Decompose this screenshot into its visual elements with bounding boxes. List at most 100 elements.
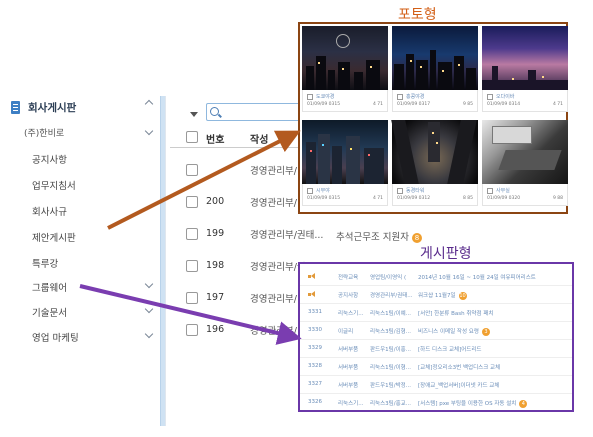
select-all-checkbox[interactable] (186, 131, 198, 143)
sidebar-item-tech-docs[interactable]: 기술문서 (22, 301, 152, 323)
photo-thumbnail[interactable] (482, 26, 568, 90)
photo-title[interactable]: 시부야 (307, 187, 330, 194)
sidebar-item-label: 기술문서 (32, 308, 67, 319)
table-row[interactable]: 197 경영관리부/ (170, 286, 300, 312)
table-row[interactable]: 198 경영관리부/권... (170, 254, 315, 280)
row-checkbox[interactable] (186, 324, 198, 336)
photo-card[interactable]: 사무실 01/09/09 0320 9 88 (482, 120, 568, 206)
photo-counts: 9 88 (552, 196, 563, 201)
item-title[interactable]: 비즈니스 이메일 작성 요령 3 (418, 327, 490, 336)
search-input[interactable] (206, 103, 306, 121)
board-document-icon (11, 100, 20, 114)
row-author: 경영관리부/ (250, 294, 297, 305)
photo-thumbnail[interactable] (392, 26, 478, 90)
row-number: 199 (206, 228, 225, 239)
sidebar-company[interactable]: (주)한비로 (24, 126, 64, 139)
table-row[interactable]: 196 경영관리부/ (170, 318, 300, 344)
board-toolbar (170, 100, 306, 121)
screenshot-root: 회사게시판 (주)한비로 공지사항 업무지침서 회사사규 제안게시판 특루강 그… (0, 0, 593, 437)
item-title[interactable]: [서안] 한분류 Bash 취약점 패치 (418, 309, 493, 317)
speaker-icon (308, 273, 316, 280)
photo-title[interactable]: 홍콩야경 (397, 93, 424, 100)
photo-card[interactable]: 동경타워 01/09/09 0312 8 85 (391, 120, 478, 206)
photo-title[interactable]: 사무실 (487, 187, 510, 194)
photo-thumbnail[interactable] (391, 120, 478, 184)
row-checkbox[interactable] (186, 228, 198, 240)
item-title[interactable]: 워크샵 11월7일 10 (418, 291, 467, 300)
sidebar-scrollbar[interactable] (160, 96, 165, 426)
sidebar-item-company-rules[interactable]: 회사사규 (22, 200, 152, 222)
chevron-up-icon[interactable] (144, 99, 154, 109)
photo-thumbnail[interactable] (302, 120, 388, 184)
item-number: 3329 (308, 345, 322, 351)
item-title[interactable]: [하드 디스크 교체]어드리드 (418, 345, 481, 353)
photo-title[interactable]: 오다이바 (487, 93, 514, 100)
item-category: 전략교육 (338, 275, 359, 281)
row-title[interactable]: 추석근무조 지원자 8 (336, 229, 422, 243)
item-category: 이글리 (338, 329, 354, 335)
photo-thumbnail[interactable] (482, 120, 568, 184)
list-item[interactable]: 전략교육 영업팀/이영익 ( 2014년 10월 16일 ~ 10월 24일 여… (300, 268, 572, 286)
photo-date: 01/09/09 0315 (307, 196, 341, 201)
row-checkbox[interactable] (186, 196, 198, 208)
photo-thumbnail[interactable] (302, 26, 388, 90)
photo-title[interactable]: 동경타워 (397, 187, 424, 194)
list-item[interactable]: 3326 리눅스기... 리눅스3팀/홍교... [서스템] pxe 부팅을 이… (300, 394, 572, 412)
item-author: 리눅스1팀/이형... (370, 365, 411, 371)
comment-count-badge: 3 (481, 327, 490, 336)
row-number: 200 (206, 196, 225, 207)
row-author: 경영관리부/ (250, 326, 297, 337)
row-checkbox[interactable] (186, 292, 198, 304)
photo-date: 01/09/09 0320 (487, 196, 521, 201)
board-list-panel: 전략교육 영업팀/이영익 ( 2014년 10월 16일 ~ 10월 24일 여… (298, 262, 574, 412)
list-item[interactable]: 3328 서버부품 리눅스1팀/이형... [교체]정오리소3번 백업디스크 교… (300, 358, 572, 376)
photo-meta: 동경타워 01/09/09 0312 8 85 (392, 184, 478, 206)
photo-date: 01/09/09 0314 (487, 102, 521, 107)
list-item[interactable]: 3327 서버부품 판드우1팀/박정... [장애교_백업서버]이더넷 카드 교… (300, 376, 572, 394)
photo-card[interactable]: 오다이바 01/09/09 0314 4 71 (482, 26, 568, 112)
column-author: 작성 (250, 135, 269, 146)
chevron-down-icon[interactable] (144, 126, 154, 136)
item-author: 영업팀/이영익 ( (370, 275, 407, 281)
photo-card[interactable]: 홍콩야경 01/09/09 0317 9 85 (392, 26, 478, 112)
caret-down-icon[interactable] (190, 112, 198, 117)
sidebar-item-notice[interactable]: 공지사항 (22, 148, 152, 170)
sidebar-header[interactable]: 회사게시판 (4, 96, 162, 118)
photo-meta: 사무실 01/09/09 0320 9 88 (482, 184, 568, 206)
table-row[interactable]: 200 경영관리부/ (170, 190, 300, 216)
photo-card[interactable]: 시부야 01/09/09 0315 4 71 (302, 120, 388, 206)
row-checkbox[interactable] (186, 164, 198, 176)
sidebar-item-groupware[interactable]: 그룹웨어 (22, 276, 152, 298)
item-title[interactable]: [장애교_백업서버]이더넷 카드 교체 (418, 381, 499, 389)
item-author: 판드우1팀/박정... (370, 383, 411, 389)
item-author: 판드우1팀/이홍... (370, 347, 411, 353)
list-item[interactable]: 3331 리눅스기... 리눅스1팀/이예... [서안] 한분류 Bash 취… (300, 304, 572, 322)
item-title[interactable]: [서스템] pxe 부팅을 이용한 OS 자동 설치 4 (418, 399, 528, 408)
table-row[interactable]: 경영관리부/ (170, 158, 300, 184)
photo-card[interactable]: 도쿄야경 01/09/09 0315 4 71 (302, 26, 388, 112)
comment-count-badge: 8 (411, 232, 422, 243)
row-checkbox[interactable] (186, 260, 198, 272)
item-author: 리눅스3팀/홍교... (370, 401, 411, 407)
photo-title[interactable]: 도쿄야경 (307, 93, 334, 100)
item-title[interactable]: 2014년 10월 16일 ~ 10월 24일 여유피어리스트 (418, 273, 536, 281)
photo-gallery-panel: 도쿄야경 01/09/09 0315 4 71 홍콩야경 01/09/09 03… (298, 22, 568, 214)
list-item[interactable]: 3330 이글리 리눅스3팀/김형... 비즈니스 이메일 작성 요령 3 (300, 322, 572, 340)
table-row[interactable]: 199 경영관리부/권태... (170, 222, 323, 248)
photo-counts: 4 71 (372, 196, 383, 201)
item-category: 서버부품 (338, 347, 359, 353)
sidebar-item-lecture[interactable]: 특루강 (22, 252, 152, 274)
item-title[interactable]: [교체]정오리소3번 백업디스크 교체 (418, 363, 500, 371)
sidebar-item-sales-marketing[interactable]: 영업 마케팅 (22, 326, 152, 348)
sidebar-item-guidelines[interactable]: 업무지침서 (22, 174, 152, 196)
list-item[interactable]: 공지사항 경영관리부/권태... 워크샵 11월7일 10 (300, 286, 572, 304)
item-category: 서버부품 (338, 383, 359, 389)
row-title-text: 추석근무조 지원자 (336, 232, 409, 243)
list-item[interactable]: 3329 서버부품 판드우1팀/이홍... [하드 디스크 교체]어드리드 (300, 340, 572, 358)
sidebar-item-suggestions[interactable]: 제안게시판 (22, 226, 152, 248)
item-title-text: [서스템] pxe 부팅을 이용한 OS 자동 설치 (418, 401, 517, 407)
board-panel-title: 게시판형 (420, 246, 472, 262)
photo-counts: 4 71 (372, 102, 383, 107)
column-number: 번호 (206, 135, 225, 146)
photo-meta: 오다이바 01/09/09 0314 4 71 (482, 90, 568, 112)
